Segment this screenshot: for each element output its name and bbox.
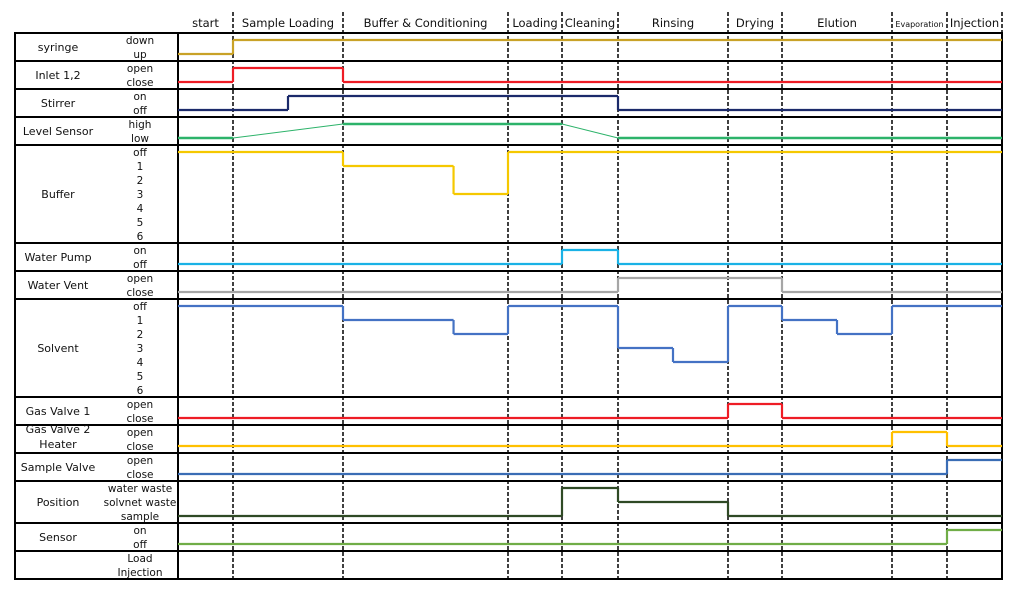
state-label: close [126, 469, 153, 481]
state-label: 2 [137, 175, 144, 187]
row-label: Solvent [37, 342, 79, 355]
phase-header: Sample Loading [242, 16, 334, 30]
row-label: Inlet 1,2 [35, 69, 80, 82]
row-label: Position [37, 496, 80, 509]
row-label: Heater [39, 438, 77, 451]
state-label: off [133, 539, 147, 551]
row-label: Buffer [41, 188, 75, 201]
state-label: 5 [137, 217, 144, 229]
row-label: Sample Valve [21, 461, 96, 474]
state-label: off [133, 301, 147, 313]
state-label: 5 [137, 371, 144, 383]
phase-header: Injection [950, 16, 999, 30]
phase-headers: start Sample Loading Buffer & Conditioning… [192, 16, 999, 30]
state-label: water waste [108, 483, 172, 495]
row-label: Gas Valve 2 [26, 423, 91, 436]
state-label: off [133, 105, 147, 117]
state-label: 1 [137, 315, 144, 327]
state-label: on [133, 525, 146, 537]
phase-header: Drying [736, 16, 774, 30]
row-label: Sensor [39, 531, 77, 544]
state-label: open [127, 427, 153, 439]
state-label: 3 [137, 343, 144, 355]
phase-header: Elution [817, 16, 857, 30]
state-label: on [133, 245, 146, 257]
state-label: high [129, 119, 152, 131]
state-label: 2 [137, 329, 144, 341]
state-label: 4 [137, 203, 144, 215]
state-label: off [133, 147, 147, 159]
state-label: close [126, 287, 153, 299]
state-label: up [133, 49, 147, 61]
timing-diagram: start Sample Loading Buffer & Conditioning… [14, 12, 1003, 580]
row-label: Level Sensor [23, 125, 94, 138]
phase-header: Cleaning [565, 16, 615, 30]
phase-header: start [192, 16, 219, 30]
state-label: off [133, 259, 147, 271]
state-label: close [126, 413, 153, 425]
state-label: 3 [137, 189, 144, 201]
state-label: open [127, 455, 153, 467]
state-label: solvnet waste [104, 497, 177, 509]
state-label: sample [121, 511, 159, 523]
phase-header: Rinsing [652, 16, 694, 30]
state-label: 1 [137, 161, 144, 173]
state-label: open [127, 399, 153, 411]
row-label: Water Pump [24, 251, 91, 264]
state-label: Load [127, 553, 152, 565]
signal-segment [232, 123, 344, 139]
state-label: open [127, 63, 153, 75]
state-label: open [127, 273, 153, 285]
row-label: Stirrer [41, 97, 76, 110]
state-label: Injection [117, 567, 162, 579]
state-label: down [126, 35, 154, 47]
state-label: 6 [137, 231, 144, 243]
phase-header: Loading [512, 16, 557, 30]
row-label: syringe [38, 41, 79, 54]
signals [178, 38, 1002, 546]
state-label: close [126, 77, 153, 89]
state-label: 4 [137, 357, 144, 369]
row-label: Gas Valve 1 [26, 405, 91, 418]
state-label: 6 [137, 385, 144, 397]
state-label: close [126, 441, 153, 453]
signal-segment [561, 123, 619, 139]
state-label: low [131, 133, 149, 145]
phase-header: Evaporation [895, 20, 943, 29]
row-label: Water Vent [28, 279, 89, 292]
state-label: on [133, 91, 146, 103]
phase-header: Buffer & Conditioning [364, 16, 488, 30]
